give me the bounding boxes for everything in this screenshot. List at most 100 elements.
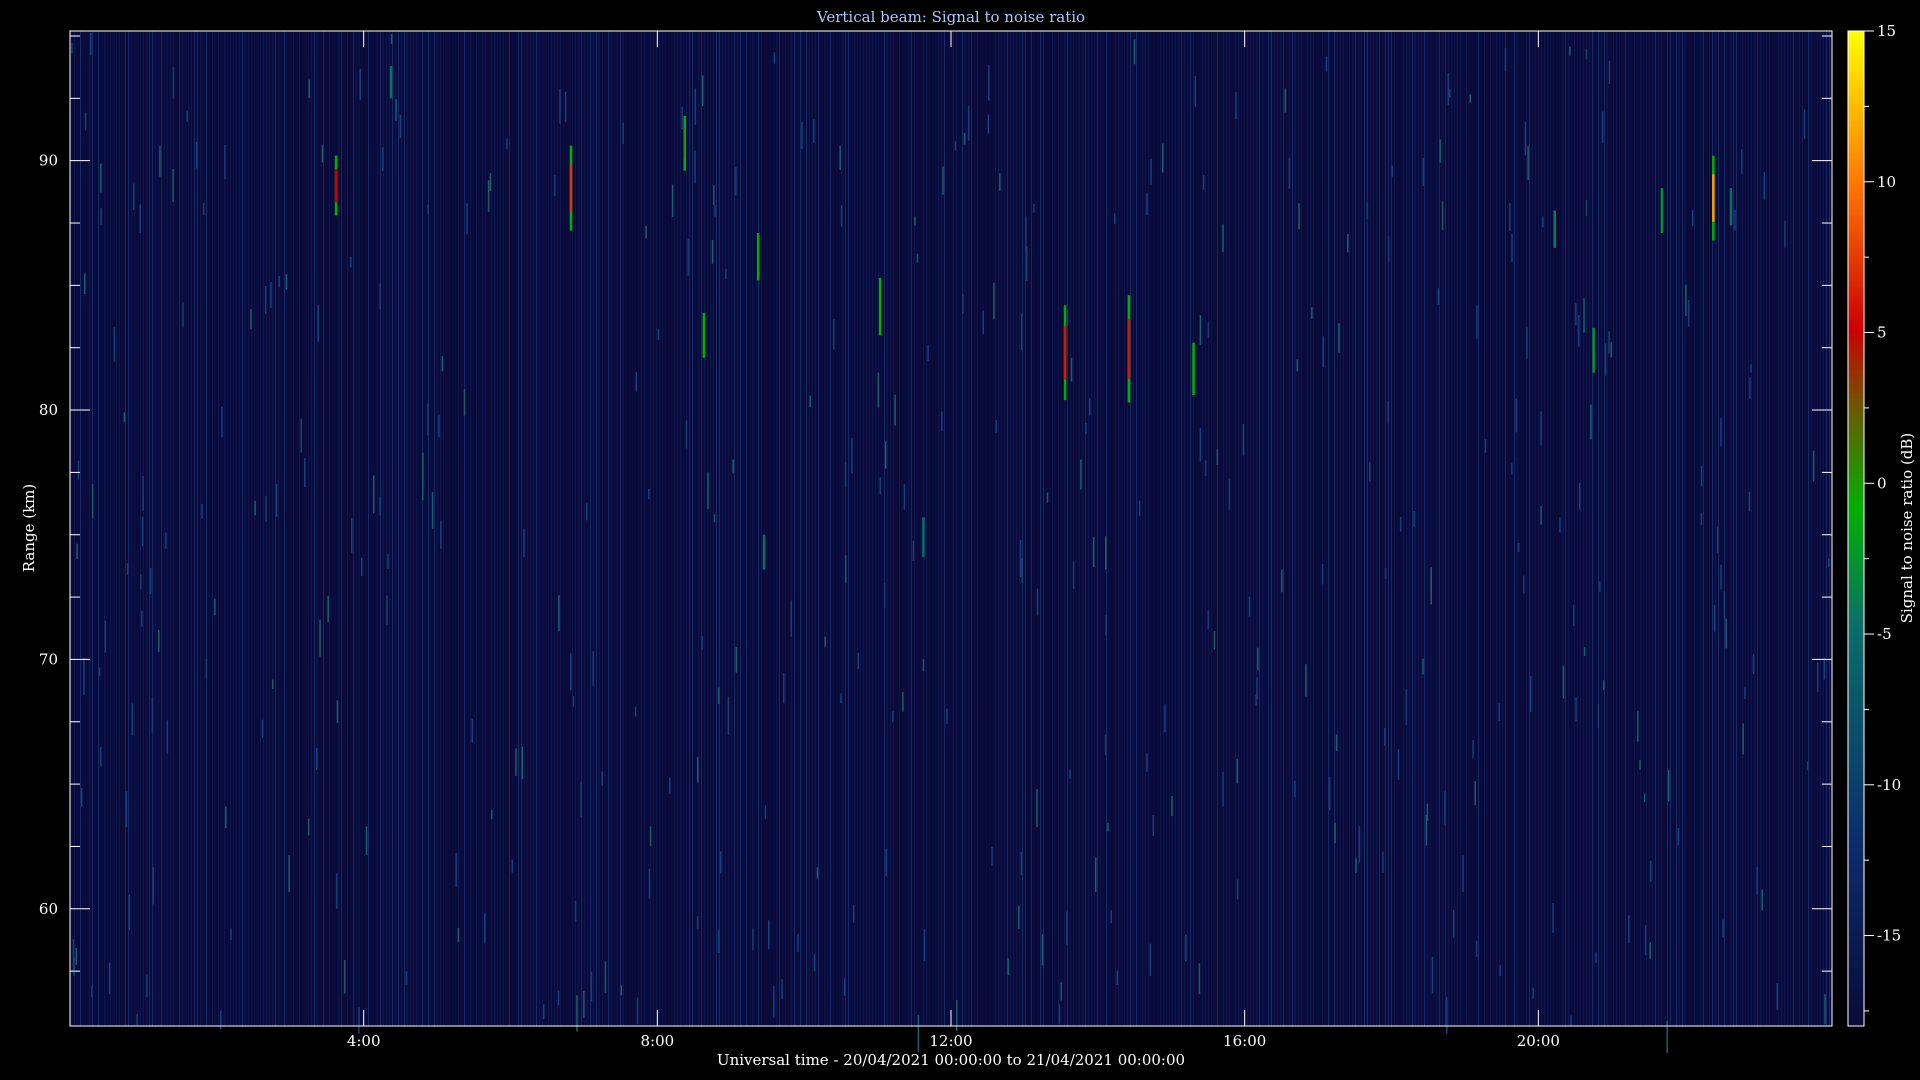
noise-column — [878, 31, 879, 1026]
noise-column — [632, 31, 633, 1026]
noise-streak — [304, 458, 306, 488]
noise-column — [350, 31, 351, 1026]
noise-column — [1598, 31, 1599, 1026]
noise-streak — [81, 788, 83, 807]
noise-column — [326, 31, 327, 1026]
noise-streak — [649, 826, 652, 846]
noise-column — [1472, 31, 1473, 1026]
noise-streak — [1734, 210, 1736, 231]
noise-streak — [422, 472, 424, 501]
noise-column — [539, 31, 540, 1026]
noise-column — [1118, 31, 1119, 1026]
echo-mark — [569, 145, 573, 231]
noise-column — [230, 31, 231, 1026]
noise-column — [662, 31, 663, 1026]
noise-column — [1754, 31, 1755, 1026]
noise-streak — [225, 806, 227, 829]
noise-column — [1436, 31, 1437, 1026]
noise-column — [1214, 31, 1215, 1026]
chart-svg: Vertical beam: Signal to noise ratio 4:0… — [20, 8, 1916, 1069]
noise-column — [542, 31, 543, 1026]
echo-core — [1127, 318, 1131, 379]
noise-streak — [543, 1004, 545, 1020]
noise-column — [1073, 31, 1074, 1026]
noise-column — [782, 31, 783, 1026]
noise-column — [911, 31, 912, 1026]
noise-column — [1154, 31, 1155, 1026]
noise-column — [1277, 31, 1278, 1026]
noise-column — [1286, 31, 1287, 1026]
noise-column — [347, 31, 348, 1026]
noise-column — [404, 31, 405, 1026]
noise-streak — [1066, 911, 1068, 946]
noise-streak — [1328, 776, 1331, 811]
noise-streak — [91, 484, 94, 519]
noise-streak — [797, 934, 799, 952]
noise-streak — [954, 141, 957, 151]
noise-column — [734, 31, 735, 1026]
noise-column — [1364, 31, 1365, 1026]
noise-streak — [165, 532, 167, 549]
noise-streak — [1222, 224, 1224, 253]
noise-column — [1460, 31, 1461, 1026]
noise-column — [1694, 31, 1695, 1026]
noise-column — [266, 31, 267, 1026]
noise-streak — [580, 781, 582, 817]
noise-streak — [1741, 149, 1743, 174]
noise-column — [1307, 31, 1308, 1026]
noise-column — [413, 31, 414, 1026]
noise-column — [1601, 31, 1602, 1026]
noise-streak — [319, 619, 321, 657]
noise-streak — [1437, 288, 1440, 305]
noise-streak — [127, 563, 129, 575]
noise-column — [1184, 31, 1185, 1026]
noise-column — [1370, 31, 1371, 1026]
noise-column — [1196, 31, 1197, 1026]
noise-column — [1193, 31, 1194, 1026]
noise-column — [341, 31, 342, 1026]
noise-column — [1103, 31, 1104, 1026]
noise-streak — [1107, 822, 1109, 832]
echo-core — [569, 164, 573, 212]
noise-streak — [1305, 664, 1307, 697]
noise-column — [1661, 31, 1662, 1026]
noise-streak — [172, 169, 174, 203]
noise-streak — [523, 528, 525, 558]
noise-column — [1466, 31, 1467, 1026]
noise-streak — [1585, 48, 1588, 60]
noise-column — [701, 31, 702, 1026]
noise-streak — [1092, 537, 1095, 568]
noise-streak — [1610, 342, 1612, 358]
noise-column — [1574, 31, 1575, 1026]
noise-column — [518, 31, 519, 1026]
noise-streak — [159, 146, 161, 177]
noise-column — [1586, 31, 1587, 1026]
noise-streak — [466, 203, 468, 235]
noise-streak — [399, 114, 402, 139]
colorbar-ticks: 15 10 5 0 -5 -10 -15 — [1864, 22, 1901, 1012]
noise-streak — [1776, 983, 1778, 1010]
noise-column — [1007, 31, 1008, 1026]
noise-column — [575, 31, 576, 1026]
noise-streak — [1474, 781, 1476, 806]
noise-column — [374, 31, 375, 1026]
noise-column — [1736, 31, 1737, 1026]
noise-column — [1481, 31, 1482, 1026]
noise-streak — [681, 106, 683, 130]
noise-streak — [1080, 459, 1082, 490]
noise-streak — [379, 496, 381, 516]
noise-streak — [441, 356, 444, 372]
noise-streak — [195, 142, 198, 169]
noise-column — [1553, 31, 1554, 1026]
echo-edge — [762, 534, 766, 570]
noise-streak — [1575, 697, 1577, 722]
noise-column — [1493, 31, 1494, 1026]
noise-column — [1673, 31, 1674, 1026]
noise-streak — [783, 672, 785, 704]
noise-streak — [885, 848, 887, 877]
noise-streak — [557, 990, 560, 1006]
noise-column — [356, 31, 357, 1026]
noise-column — [1325, 31, 1326, 1026]
noise-column — [1295, 31, 1296, 1026]
noise-column — [668, 31, 669, 1026]
